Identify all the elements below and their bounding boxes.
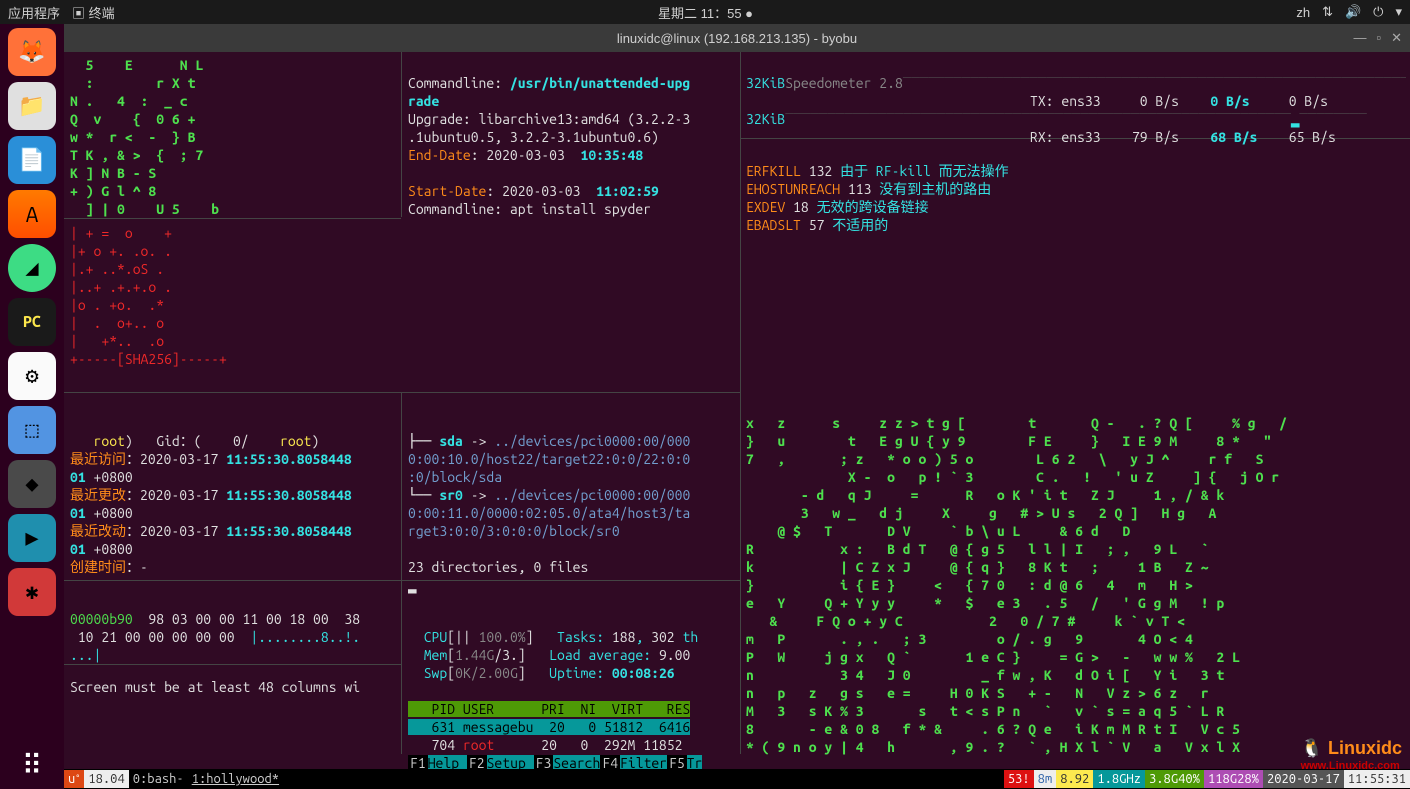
window-titlebar: linuxidc@linux (192.168.213.135) - byobu… xyxy=(64,24,1410,52)
status-window-0[interactable]: 0:bash- xyxy=(129,770,188,788)
input-method[interactable]: zh xyxy=(1296,5,1310,20)
power-icon[interactable]: ⏻ xyxy=(1373,4,1383,20)
apps-menu[interactable]: 应用程序 xyxy=(8,3,60,22)
hexdump-pane: 00000b90 98 03 00 00 11 00 18 00 38 10 2… xyxy=(70,592,396,664)
byobu-statusbar[interactable]: u° 18.04 0:bash- 1:hollywood* 53! 8m 8.9… xyxy=(64,769,1410,789)
status-mem: 8m xyxy=(1034,770,1057,788)
errno-pane: ERFKILL 132 由于 RF-kill 而无法操作 EHOSTUNREAC… xyxy=(746,144,1406,234)
close-button[interactable]: ✕ xyxy=(1391,30,1402,46)
narrow-pane: Screen must be at least 48 columns wi xyxy=(70,678,396,696)
status-window-1[interactable]: 1:hollywood* xyxy=(188,770,283,788)
status-load: 8.92 xyxy=(1056,770,1093,788)
watermark: 🐧 Linuxidc www.Linuxidc.com xyxy=(1301,739,1402,775)
status-warn: 53! xyxy=(1004,770,1034,788)
screenshot-icon[interactable]: ⬚ xyxy=(8,406,56,454)
htop-header: PID USER PRI NI VIRT RES xyxy=(408,701,690,717)
htop-pane: CPU[|| 100.0%] Tasks: 188, 302 th Mem[1.… xyxy=(408,610,740,772)
stat-pane: root) Gid：( 0/ root) 最近访问：2020-03-17 11:… xyxy=(70,414,396,576)
system-topbar: 应用程序 ▣ 终端 星期二 11：55 ● zh ⇅ 🔊 ⏻ ▾ xyxy=(0,0,1410,24)
software-icon[interactable]: A xyxy=(8,190,56,238)
files-icon[interactable]: 📁 xyxy=(8,82,56,130)
settings-icon[interactable]: ⚙ xyxy=(8,352,56,400)
status-logo: u° xyxy=(64,770,84,788)
app-icon[interactable]: ▶ xyxy=(8,514,56,562)
status-ghz: 1.8GHz xyxy=(1093,770,1145,788)
cockpit-icon[interactable]: ✱ xyxy=(8,568,56,616)
window-title: linuxidc@linux (192.168.213.135) - byobu xyxy=(617,31,857,46)
app-icon[interactable]: ◆ xyxy=(8,460,56,508)
launcher: 🦊 📁 📄 A ◢ PC ⚙ ⬚ ◆ ▶ ✱ >_ ⠿ xyxy=(0,24,64,789)
clock[interactable]: 星期二 11：55 ● xyxy=(115,3,1297,22)
maximize-button[interactable]: ▫ xyxy=(1376,30,1381,46)
terminal-menu[interactable]: ▣ 终端 xyxy=(72,3,115,22)
status-cpu: 3.8G40% xyxy=(1145,770,1204,788)
network-icon[interactable]: ⇅ xyxy=(1322,4,1333,20)
pycharm-icon[interactable]: PC xyxy=(8,298,56,346)
sha256-art-pane: | + = o + |+ o +. .o. . |.+ ..*.oS . |..… xyxy=(70,224,396,368)
apt-log-pane: Commandline: /usr/bin/unattended-upg rad… xyxy=(408,56,736,218)
terminal-content[interactable]: 5 E N L : r X t N . 4 : _ c Q v { 0 6 + … xyxy=(64,52,1410,789)
status-disk: 118G28% xyxy=(1204,770,1263,788)
writer-icon[interactable]: 📄 xyxy=(8,136,56,184)
minimize-button[interactable]: — xyxy=(1353,30,1366,46)
firefox-icon[interactable]: 🦊 xyxy=(8,28,56,76)
status-distro: 18.04 xyxy=(84,770,128,788)
volume-icon[interactable]: 🔊 xyxy=(1345,4,1361,20)
matrix-pane-right: x z s z z > t g [ t Q - . ? Q [ % g / } … xyxy=(746,414,1406,756)
speedometer-pane: 32KiBSpeedometer 2.8‾‾‾‾‾‾‾‾‾‾‾‾‾‾‾‾‾‾‾‾… xyxy=(746,56,1406,146)
matrix-pane-left: 5 E N L : r X t N . 4 : _ c Q v { 0 6 + … xyxy=(70,56,396,218)
menu-icon[interactable]: ▾ xyxy=(1395,4,1402,20)
show-apps-icon[interactable]: ⠿ xyxy=(8,741,56,789)
htop-row-selected[interactable]: 631 messagebu 20 0 51812 6416 xyxy=(408,719,690,735)
tree-pane: ├── sda -> ../devices/pci0000:00/000 0:0… xyxy=(408,414,736,594)
android-studio-icon[interactable]: ◢ xyxy=(8,244,56,292)
